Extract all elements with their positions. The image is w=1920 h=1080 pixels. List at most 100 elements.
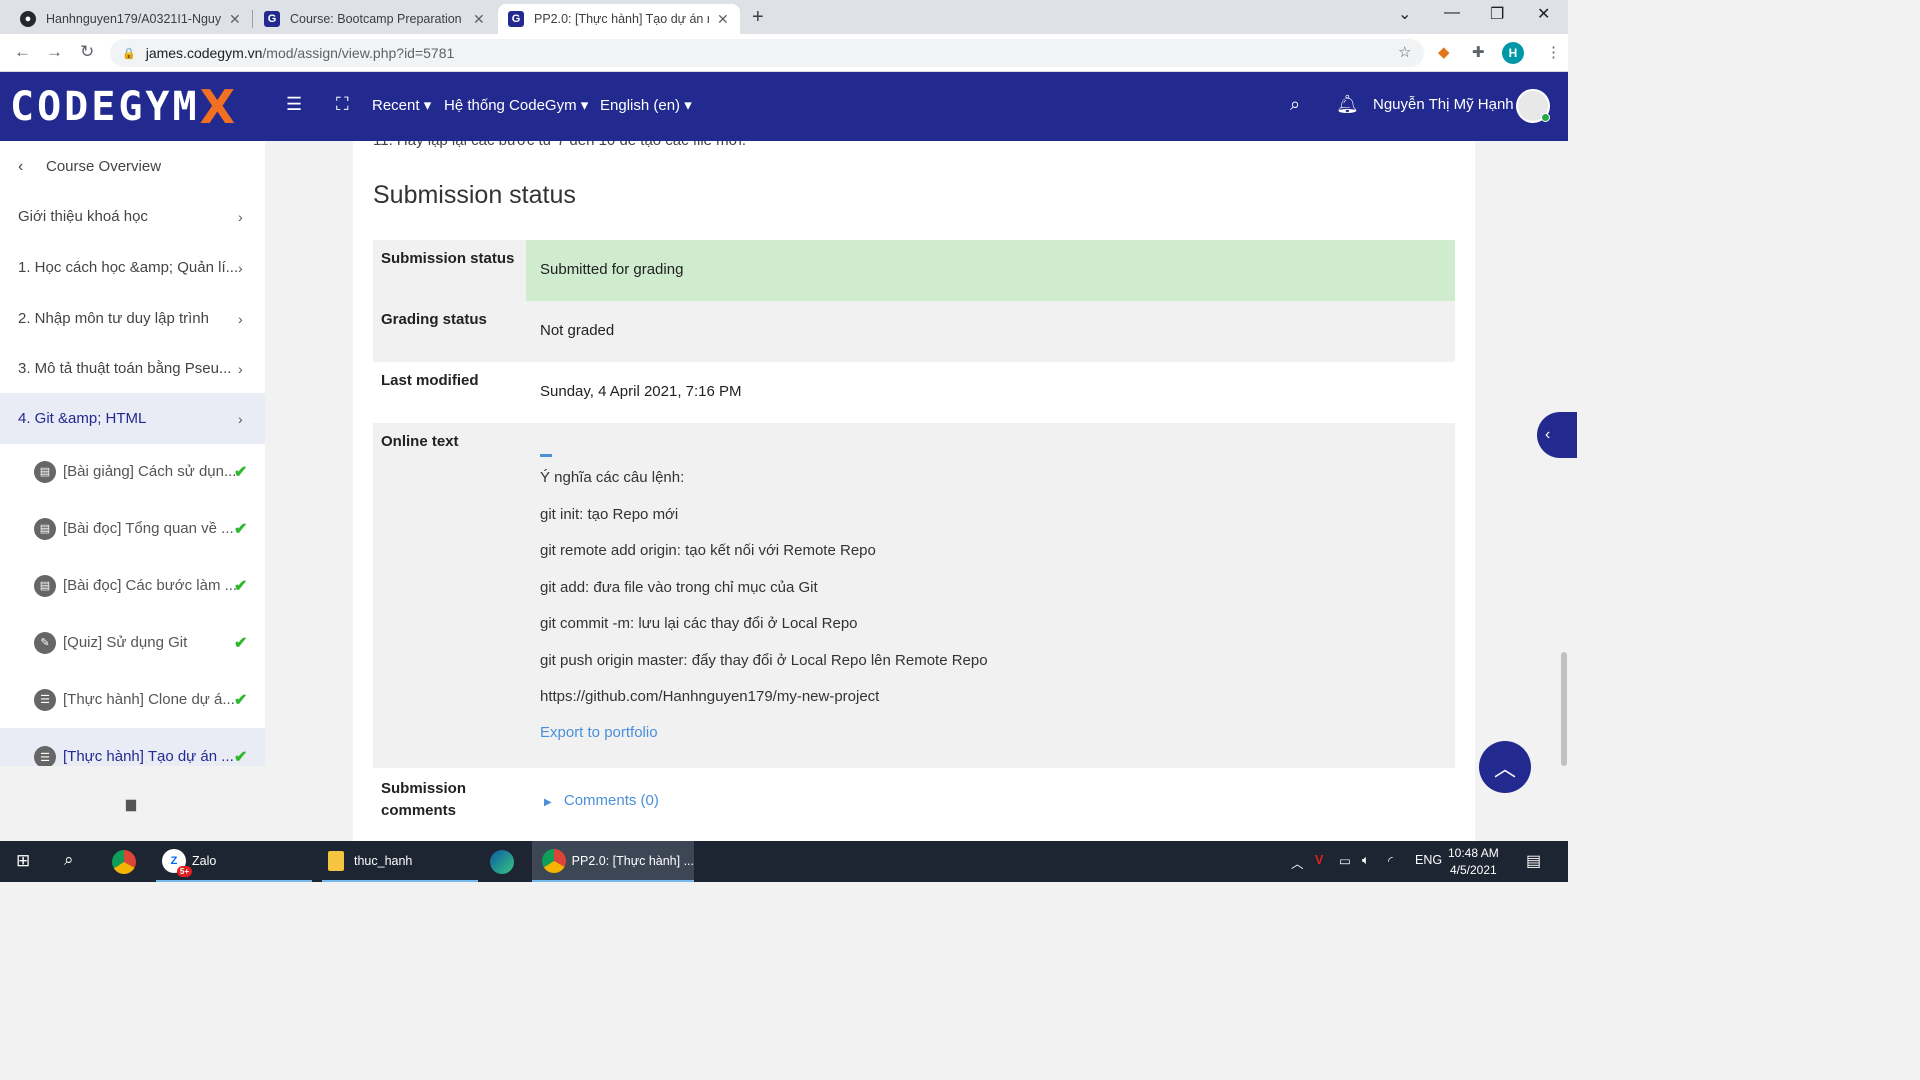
- scrollbar-thumb[interactable]: [1561, 652, 1567, 766]
- export-portfolio-link[interactable]: Export to portfolio: [540, 724, 658, 741]
- grading-status-value: Not graded: [526, 301, 1455, 362]
- browser-tab-course[interactable]: G Course: Bootcamp Preparation 2.0 ✕: [254, 4, 495, 34]
- drawer-activity[interactable]: ▤ [Bài giảng] Cách sử dụn... ✔: [0, 443, 265, 500]
- tab-search-icon[interactable]: ⌄: [1398, 4, 1411, 24]
- hamburger-icon[interactable]: ☰: [286, 94, 302, 115]
- check-icon: ✔: [234, 463, 248, 481]
- menu-language[interactable]: English (en) ▾: [600, 96, 692, 114]
- volume-icon[interactable]: 🔈︎: [1362, 853, 1370, 868]
- right-drawer-toggle[interactable]: ‹: [1537, 412, 1577, 458]
- search-icon[interactable]: ⌕: [1290, 94, 1300, 115]
- menu-label: Recent: [372, 97, 420, 114]
- chevron-right-icon: ›: [238, 310, 243, 327]
- chevron-up-icon[interactable]: ︿: [1291, 853, 1304, 872]
- url-domain: james.codegym.vn: [145, 45, 263, 61]
- browser-tab-github[interactable]: ● Hanhnguyen179/A0321I1-Nguyen ✕: [10, 4, 251, 34]
- drawer-activity[interactable]: ☰ [Thực hành] Clone dự á... ✔: [0, 671, 265, 728]
- fullscreen-icon[interactable]: ⛶: [336, 94, 349, 115]
- menu-codegym-system[interactable]: Hệ thống CodeGym ▾: [444, 96, 588, 114]
- drawer-activity[interactable]: ▤ [Bài đọc] Các bước làm ... ✔: [0, 557, 265, 614]
- system-clock[interactable]: 10:48 AM 4/5/2021: [1448, 845, 1499, 879]
- codegym-logo[interactable]: CODEGYM X: [10, 80, 238, 134]
- drawer-section[interactable]: Giới thiệu khoá học ›: [0, 191, 265, 242]
- maximize-icon[interactable]: ❐: [1490, 4, 1504, 24]
- menu-recent[interactable]: Recent ▾: [372, 96, 431, 114]
- quiz-icon: ✎: [34, 631, 56, 654]
- windows-start-icon[interactable]: ⊞: [16, 851, 30, 871]
- close-icon[interactable]: ✕: [229, 11, 241, 28]
- comments-link[interactable]: Comments (0): [564, 792, 659, 809]
- edge-icon: [490, 849, 514, 874]
- browser-toolbar: ← → ↻ 🔒 james.codegym.vn/mod/assign/view…: [0, 34, 1568, 72]
- address-bar[interactable]: 🔒 james.codegym.vn/mod/assign/view.php?i…: [110, 39, 1424, 67]
- comments-toggle[interactable]: ▶ Comments (0): [526, 768, 1455, 841]
- assignment-icon: ☰: [34, 688, 56, 711]
- bell-icon[interactable]: 🔔︎: [1336, 94, 1359, 115]
- drawer-section[interactable]: 1. Học cách học &amp; Quản lí... ›: [0, 242, 265, 293]
- taskbar-chrome[interactable]: [112, 841, 142, 882]
- folder-icon: [328, 850, 344, 871]
- taskbar-zalo[interactable]: Z 5+ Zalo: [156, 841, 312, 882]
- drawer-activity-active[interactable]: ☰ [Thực hành] Tạo dự án ... ✔: [0, 728, 265, 766]
- page-icon: ▤: [34, 574, 56, 597]
- search-icon[interactable]: ⌕: [64, 850, 74, 870]
- language-indicator[interactable]: ENG: [1415, 853, 1442, 867]
- close-icon[interactable]: ✕: [473, 11, 485, 28]
- chevron-right-icon: ›: [238, 360, 243, 377]
- wifi-icon[interactable]: ◜: [1388, 853, 1393, 868]
- last-modified-row: Last modified Sunday, 4 April 2021, 7:16…: [373, 362, 1455, 423]
- drawer-activity[interactable]: ✎ [Quiz] Sử dụng Git ✔: [0, 614, 265, 671]
- avatar[interactable]: [1516, 89, 1550, 123]
- browser-tab-active[interactable]: G PP2.0: [Thực hành] Tạo dự án mới ✕: [498, 4, 740, 34]
- activity-label: [Quiz] Sử dụng Git: [63, 634, 188, 651]
- check-icon: ✔: [234, 691, 248, 709]
- github-icon: ●: [20, 11, 36, 27]
- check-icon: ✔: [234, 520, 248, 538]
- clock-time: 10:48 AM: [1448, 846, 1499, 860]
- site-navbar: CODEGYM X ☰ ⛶ Recent ▾ Hệ thống CodeGym ▾…: [0, 72, 1568, 141]
- assignment-icon: ☰: [34, 746, 56, 766]
- collapse-toggle-icon[interactable]: [540, 454, 552, 457]
- metamask-icon[interactable]: ◆: [1438, 43, 1450, 61]
- close-icon[interactable]: ✕: [717, 11, 729, 28]
- row-label: Online text: [373, 423, 526, 768]
- chevron-left-icon: ‹: [18, 157, 24, 175]
- taskbar-edge[interactable]: [490, 841, 520, 882]
- page-title: Submission status: [373, 181, 576, 209]
- row-label: Grading status: [373, 301, 526, 362]
- drawer-activity[interactable]: ▤ [Bài đọc] Tổng quan về ... ✔: [0, 500, 265, 557]
- drawer-section[interactable]: 3. Mô tả thuật toán bằng Pseu... ›: [0, 343, 265, 394]
- lock-icon: 🔒: [122, 47, 136, 60]
- new-tab-icon[interactable]: +: [752, 6, 764, 29]
- user-name[interactable]: Nguyễn Thị Mỹ Hạnh: [1373, 96, 1514, 113]
- battery-icon[interactable]: ▭: [1339, 853, 1351, 868]
- chrome-icon: [542, 848, 566, 873]
- back-to-top-button[interactable]: ︿: [1479, 741, 1531, 793]
- drawer-section[interactable]: 2. Nhập môn tư duy lập trình ›: [0, 293, 265, 344]
- archive-icon[interactable]: ▆: [126, 796, 136, 812]
- taskbar-explorer[interactable]: thuc_hanh: [322, 841, 478, 882]
- drawer-section-active[interactable]: 4. Git &amp; HTML ›: [0, 393, 265, 444]
- profile-icon[interactable]: H: [1502, 42, 1524, 64]
- course-overview-link[interactable]: ‹ Course Overview: [0, 141, 265, 192]
- check-icon: ✔: [234, 749, 248, 766]
- page-icon: ▤: [34, 517, 56, 540]
- antivirus-icon[interactable]: V: [1315, 853, 1323, 867]
- bookmark-star-icon[interactable]: ☆: [1398, 43, 1411, 61]
- forward-arrow-icon[interactable]: →: [46, 42, 63, 62]
- reload-icon[interactable]: ↻: [80, 42, 94, 62]
- row-label: Submission comments: [381, 780, 467, 819]
- check-icon: ✔: [234, 634, 248, 652]
- close-window-icon[interactable]: ✕: [1537, 4, 1550, 24]
- section-label: 3. Mô tả thuật toán bằng Pseu...: [18, 360, 232, 377]
- notifications-icon[interactable]: ▤: [1526, 851, 1541, 871]
- activity-label: [Bài giảng] Cách sử dụn...: [63, 463, 237, 480]
- online-text-line: git commit -m: lưu lại các thay đổi ở Lo…: [540, 615, 858, 632]
- minimize-icon[interactable]: —: [1444, 4, 1460, 22]
- back-arrow-icon[interactable]: ←: [14, 42, 31, 62]
- menu-label: Hệ thống CodeGym: [444, 97, 577, 114]
- menu-kebab-icon[interactable]: ⋮: [1546, 43, 1561, 61]
- drawer-footer: ▆: [0, 766, 265, 841]
- extensions-icon[interactable]: ✚: [1472, 43, 1485, 61]
- taskbar-chrome-window[interactable]: PP2.0: [Thực hành] ...: [532, 841, 694, 882]
